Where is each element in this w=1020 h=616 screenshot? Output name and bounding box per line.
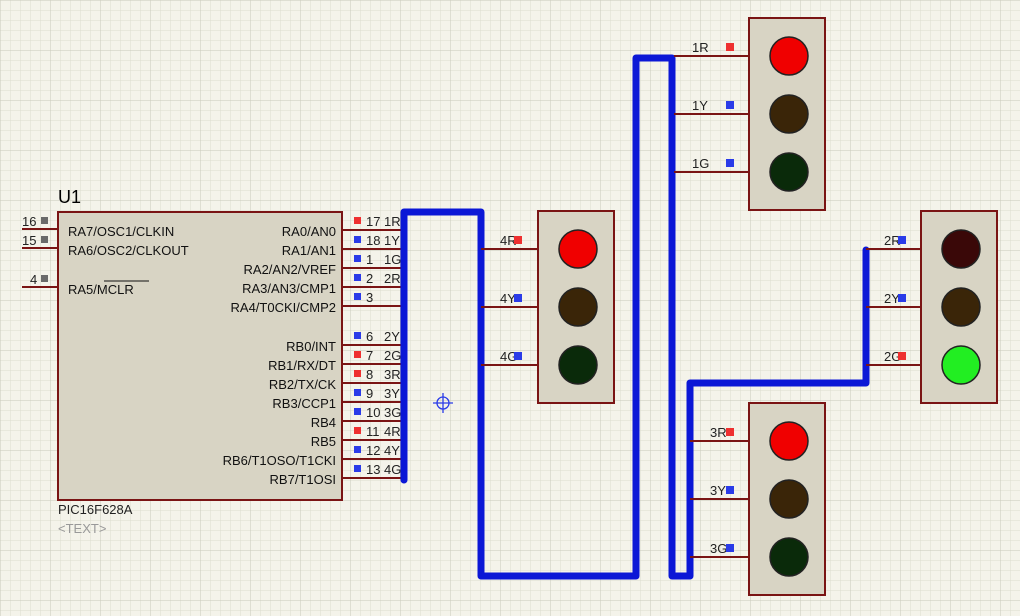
pin-state-indicator <box>354 389 361 396</box>
chip-part-number: PIC16F628A <box>58 502 133 517</box>
pin-net-label: 4R <box>384 424 401 439</box>
pin-state-indicator <box>354 332 361 339</box>
pin-state-indicator <box>726 428 734 436</box>
pin-state-indicator <box>354 370 361 377</box>
pin-number: 16 <box>22 214 36 229</box>
pin-state-indicator <box>726 544 734 552</box>
pin-number: 13 <box>366 462 380 477</box>
pin-state-indicator <box>41 236 48 243</box>
pin-number: 1 <box>366 252 373 267</box>
pin-label: RB2/TX/CK <box>269 377 337 392</box>
pin-net-label: 1R <box>384 214 401 229</box>
pin-number: 7 <box>366 348 373 363</box>
pin-label: RA4/T0CKI/CMP2 <box>231 300 336 315</box>
pin-net-label: 3G <box>384 405 401 420</box>
pin-net-label: 1G <box>384 252 401 267</box>
pin-state-indicator <box>354 255 361 262</box>
pin-label: RA1/AN1 <box>282 243 336 258</box>
chip-reference: U1 <box>58 187 81 207</box>
lamp-green <box>941 345 981 385</box>
pin-state-indicator <box>514 352 522 360</box>
pin-net-label: 2R <box>384 271 401 286</box>
pin-state-indicator <box>898 294 906 302</box>
pin-state-indicator <box>354 427 361 434</box>
pin-net-label: 3Y <box>384 386 400 401</box>
pin-net-label: 4G <box>384 462 401 477</box>
pin-label: RA7/OSC1/CLKIN <box>68 224 174 239</box>
pin-number: 10 <box>366 405 380 420</box>
lamp-yellow <box>769 479 809 519</box>
pin-state-indicator <box>726 101 734 109</box>
pin-state-indicator <box>354 274 361 281</box>
pin-net-label: 2Y <box>384 329 400 344</box>
pin-label: RB3/CCP1 <box>272 396 336 411</box>
lamp-green <box>558 345 598 385</box>
pin-state-indicator <box>514 294 522 302</box>
pin-label: RA6/OSC2/CLKOUT <box>68 243 189 258</box>
pin-label: RB7/T1OSI <box>270 472 336 487</box>
pin-label: RA2/AN2/VREF <box>244 262 337 277</box>
pin-state-indicator <box>354 408 361 415</box>
pin-number: 8 <box>366 367 373 382</box>
pin-state-indicator <box>354 293 361 300</box>
pin-state-indicator <box>726 43 734 51</box>
lamp-yellow <box>769 94 809 134</box>
chip-text-placeholder: <TEXT> <box>58 521 106 536</box>
lamp-red <box>941 229 981 269</box>
lamp-label: 2Y <box>884 291 900 306</box>
pin-label: RB6/T1OSO/T1CKI <box>223 453 336 468</box>
pin-number: 4 <box>30 272 37 287</box>
pin-state-indicator <box>726 159 734 167</box>
pin-state-indicator <box>354 351 361 358</box>
lamp-green <box>769 152 809 192</box>
pin-number: 11 <box>366 424 380 439</box>
lamp-red <box>769 421 809 461</box>
pin-state-indicator <box>354 465 361 472</box>
pin-number: 9 <box>366 386 373 401</box>
pin-label: RA0/AN0 <box>282 224 336 239</box>
pin-state-indicator <box>898 352 906 360</box>
pin-number: 18 <box>366 233 380 248</box>
pin-state-indicator <box>898 236 906 244</box>
pin-number: 6 <box>366 329 373 344</box>
pin-net-label: 4Y <box>384 443 400 458</box>
pin-number: 3 <box>366 290 373 305</box>
pin-state-indicator <box>41 217 48 224</box>
pin-state-indicator <box>41 275 48 282</box>
lamp-label: 3G <box>710 541 727 556</box>
pin-label: RB0/INT <box>286 339 336 354</box>
pin-label: RB4 <box>311 415 336 430</box>
lamp-label: 3Y <box>710 483 726 498</box>
lamp-label: 4Y <box>500 291 516 306</box>
lamp-green <box>769 537 809 577</box>
pin-state-indicator <box>726 486 734 494</box>
pin-label: RA5/MCLR <box>68 282 134 297</box>
lamp-red <box>558 229 598 269</box>
pin-state-indicator <box>514 236 522 244</box>
lamp-yellow <box>558 287 598 327</box>
lamp-label: 1G <box>692 156 709 171</box>
pin-number: 12 <box>366 443 380 458</box>
pin-net-label: 2G <box>384 348 401 363</box>
pin-label: RA3/AN3/CMP1 <box>242 281 336 296</box>
lamp-yellow <box>941 287 981 327</box>
pin-number: 17 <box>366 214 380 229</box>
lamp-red <box>769 36 809 76</box>
pin-label: RB1/RX/DT <box>268 358 336 373</box>
pin-state-indicator <box>354 217 361 224</box>
pin-number: 15 <box>22 233 36 248</box>
lamp-label: 3R <box>710 425 727 440</box>
pin-number: 2 <box>366 271 373 286</box>
pin-label: RB5 <box>311 434 336 449</box>
lamp-label: 1Y <box>692 98 708 113</box>
schematic-canvas[interactable]: U1 PIC16F628A <TEXT> 16 RA7/OSC1/CLKIN 1… <box>0 0 1020 616</box>
lamp-label: 1R <box>692 40 709 55</box>
pin-state-indicator <box>354 446 361 453</box>
pin-net-label: 1Y <box>384 233 400 248</box>
pin-state-indicator <box>354 236 361 243</box>
pin-net-label: 3R <box>384 367 401 382</box>
